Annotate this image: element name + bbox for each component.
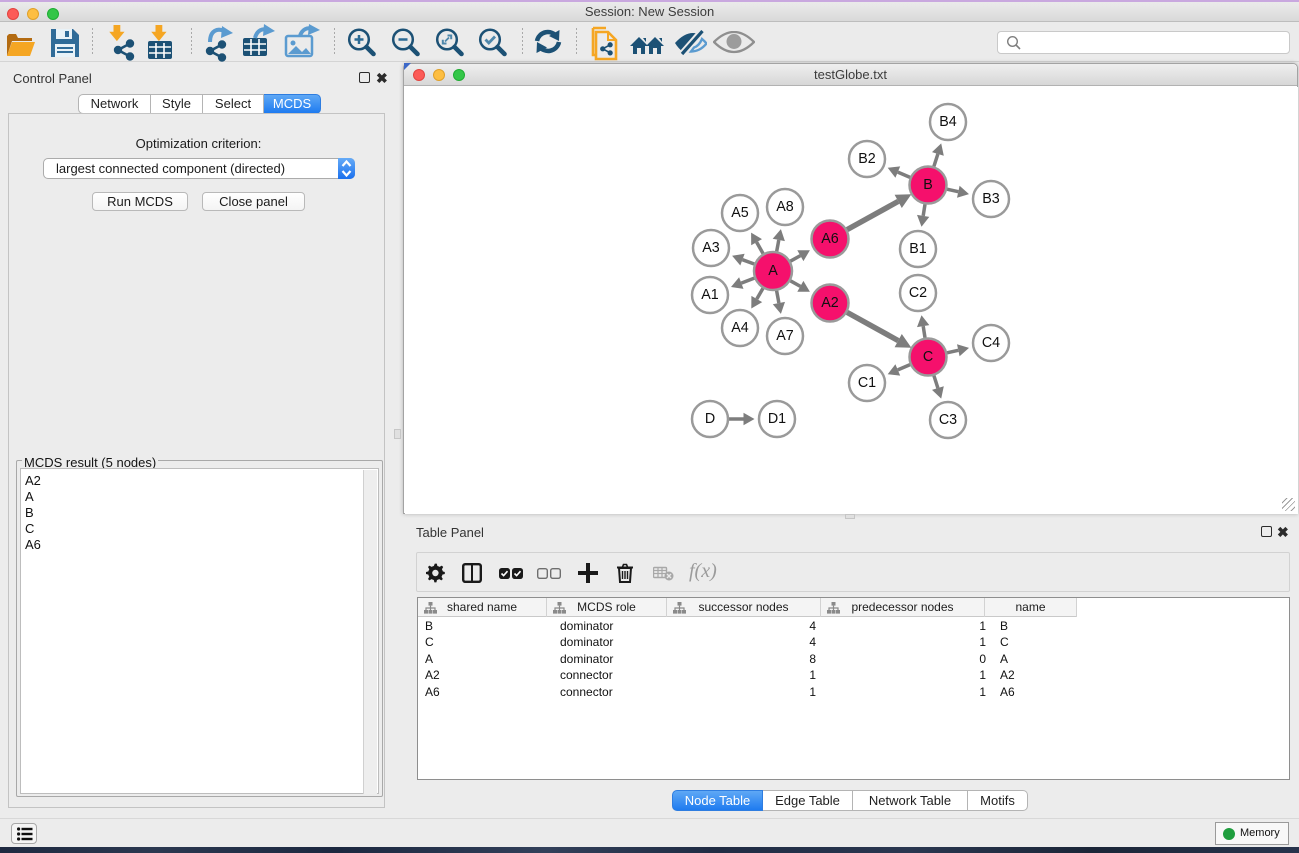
svg-text:A5: A5 xyxy=(731,205,749,221)
svg-text:B4: B4 xyxy=(939,114,957,130)
svg-text:A3: A3 xyxy=(702,240,720,256)
svg-text:B3: B3 xyxy=(982,191,1000,207)
svg-text:A7: A7 xyxy=(776,328,794,344)
svg-text:A1: A1 xyxy=(701,287,719,303)
svg-text:C: C xyxy=(923,349,933,365)
svg-text:C3: C3 xyxy=(939,412,957,428)
svg-text:A4: A4 xyxy=(731,320,749,336)
svg-text:D1: D1 xyxy=(768,411,786,427)
svg-text:A8: A8 xyxy=(776,199,794,215)
svg-text:C4: C4 xyxy=(982,335,1000,351)
svg-text:A6: A6 xyxy=(821,231,839,247)
svg-text:B: B xyxy=(923,177,933,193)
svg-text:A2: A2 xyxy=(821,295,839,311)
svg-text:B2: B2 xyxy=(858,151,876,167)
svg-text:C2: C2 xyxy=(909,285,927,301)
svg-text:C1: C1 xyxy=(858,375,876,391)
svg-text:B1: B1 xyxy=(909,241,927,257)
svg-text:D: D xyxy=(705,411,715,427)
svg-text:A: A xyxy=(768,263,778,279)
